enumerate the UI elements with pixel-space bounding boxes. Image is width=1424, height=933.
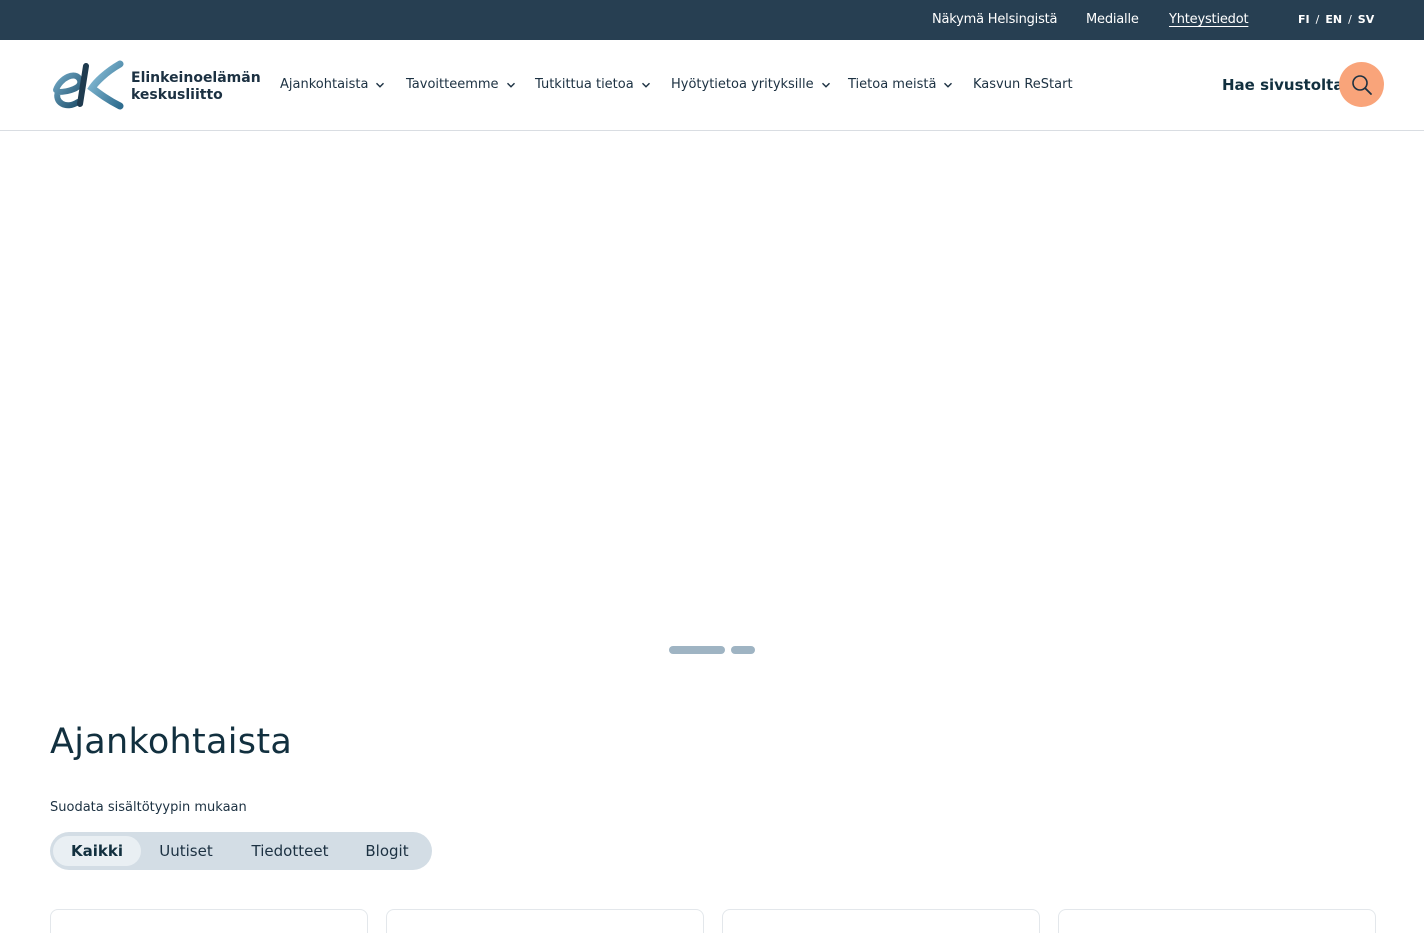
nav-label: Tietoa meistä <box>848 77 937 92</box>
nav-label: Kasvun ReStart <box>973 77 1073 92</box>
chevron-down-icon <box>506 82 515 88</box>
filter-label: Suodata sisältötyypin mukaan <box>50 800 247 815</box>
news-card[interactable] <box>1058 909 1376 933</box>
main-header: Elinkeinoelämän keskusliitto Ajankohtais… <box>0 40 1424 131</box>
lang-fi[interactable]: FI <box>1298 13 1310 26</box>
nav-item-hyotytietoa-yrityksille[interactable]: Hyötytietoa yrityksille <box>671 77 831 92</box>
search-label[interactable]: Hae sivustolta <box>1222 76 1343 94</box>
nav-item-tavoitteemme[interactable]: Tavoitteemme <box>406 77 516 92</box>
logo-text: Elinkeinoelämän keskusliitto <box>131 70 261 104</box>
chevron-down-icon <box>376 82 385 88</box>
hero-carousel <box>0 131 1424 671</box>
search-icon <box>1351 74 1372 95</box>
nav-item-tutkittua-tietoa[interactable]: Tutkittua tietoa <box>535 77 651 92</box>
carousel-dot-1[interactable] <box>669 646 725 654</box>
top-utility-bar: Näkymä Helsingistä Medialle Yhteystiedot… <box>0 0 1424 40</box>
nav-item-kasvun-restart[interactable]: Kasvun ReStart <box>973 77 1073 92</box>
link-nakyma-helsingista[interactable]: Näkymä Helsingistä <box>932 12 1058 27</box>
nav-label: Tavoitteemme <box>406 77 499 92</box>
logo[interactable]: Elinkeinoelämän keskusliitto <box>50 60 261 112</box>
lang-en[interactable]: EN <box>1325 13 1342 26</box>
filter-uutiset[interactable]: Uutiset <box>146 836 226 866</box>
lang-sv[interactable]: SV <box>1358 13 1374 26</box>
chevron-down-icon <box>944 82 953 88</box>
link-yhteystiedot[interactable]: Yhteystiedot <box>1169 12 1249 27</box>
news-card[interactable] <box>722 909 1040 933</box>
content-type-filter: Kaikki Uutiset Tiedotteet Blogit <box>50 832 432 870</box>
filter-kaikki[interactable]: Kaikki <box>53 836 141 866</box>
link-medialle[interactable]: Medialle <box>1086 12 1139 27</box>
nav-item-ajankohtaista[interactable]: Ajankohtaista <box>280 77 385 92</box>
nav-label: Hyötytietoa yrityksille <box>671 77 814 92</box>
section-title: Ajankohtaista <box>50 722 293 762</box>
language-switcher: FI / EN / SV <box>1298 13 1374 26</box>
logo-line-2: keskusliitto <box>131 87 223 103</box>
logo-line-1: Elinkeinoelämän <box>131 70 261 86</box>
chevron-down-icon <box>821 82 830 88</box>
chevron-down-icon <box>641 82 650 88</box>
nav-label: Ajankohtaista <box>280 77 369 92</box>
news-card[interactable] <box>386 909 704 933</box>
lang-separator: / <box>1348 13 1352 26</box>
carousel-dot-2[interactable] <box>731 646 755 654</box>
ek-logo-icon <box>53 60 124 110</box>
nav-item-tietoa-meista[interactable]: Tietoa meistä <box>848 77 953 92</box>
news-card[interactable] <box>50 909 368 933</box>
filter-blogit[interactable]: Blogit <box>352 836 422 866</box>
nav-label: Tutkittua tietoa <box>535 77 634 92</box>
lang-separator: / <box>1315 13 1320 26</box>
search-button[interactable] <box>1339 62 1384 107</box>
filter-tiedotteet[interactable]: Tiedotteet <box>235 836 345 866</box>
